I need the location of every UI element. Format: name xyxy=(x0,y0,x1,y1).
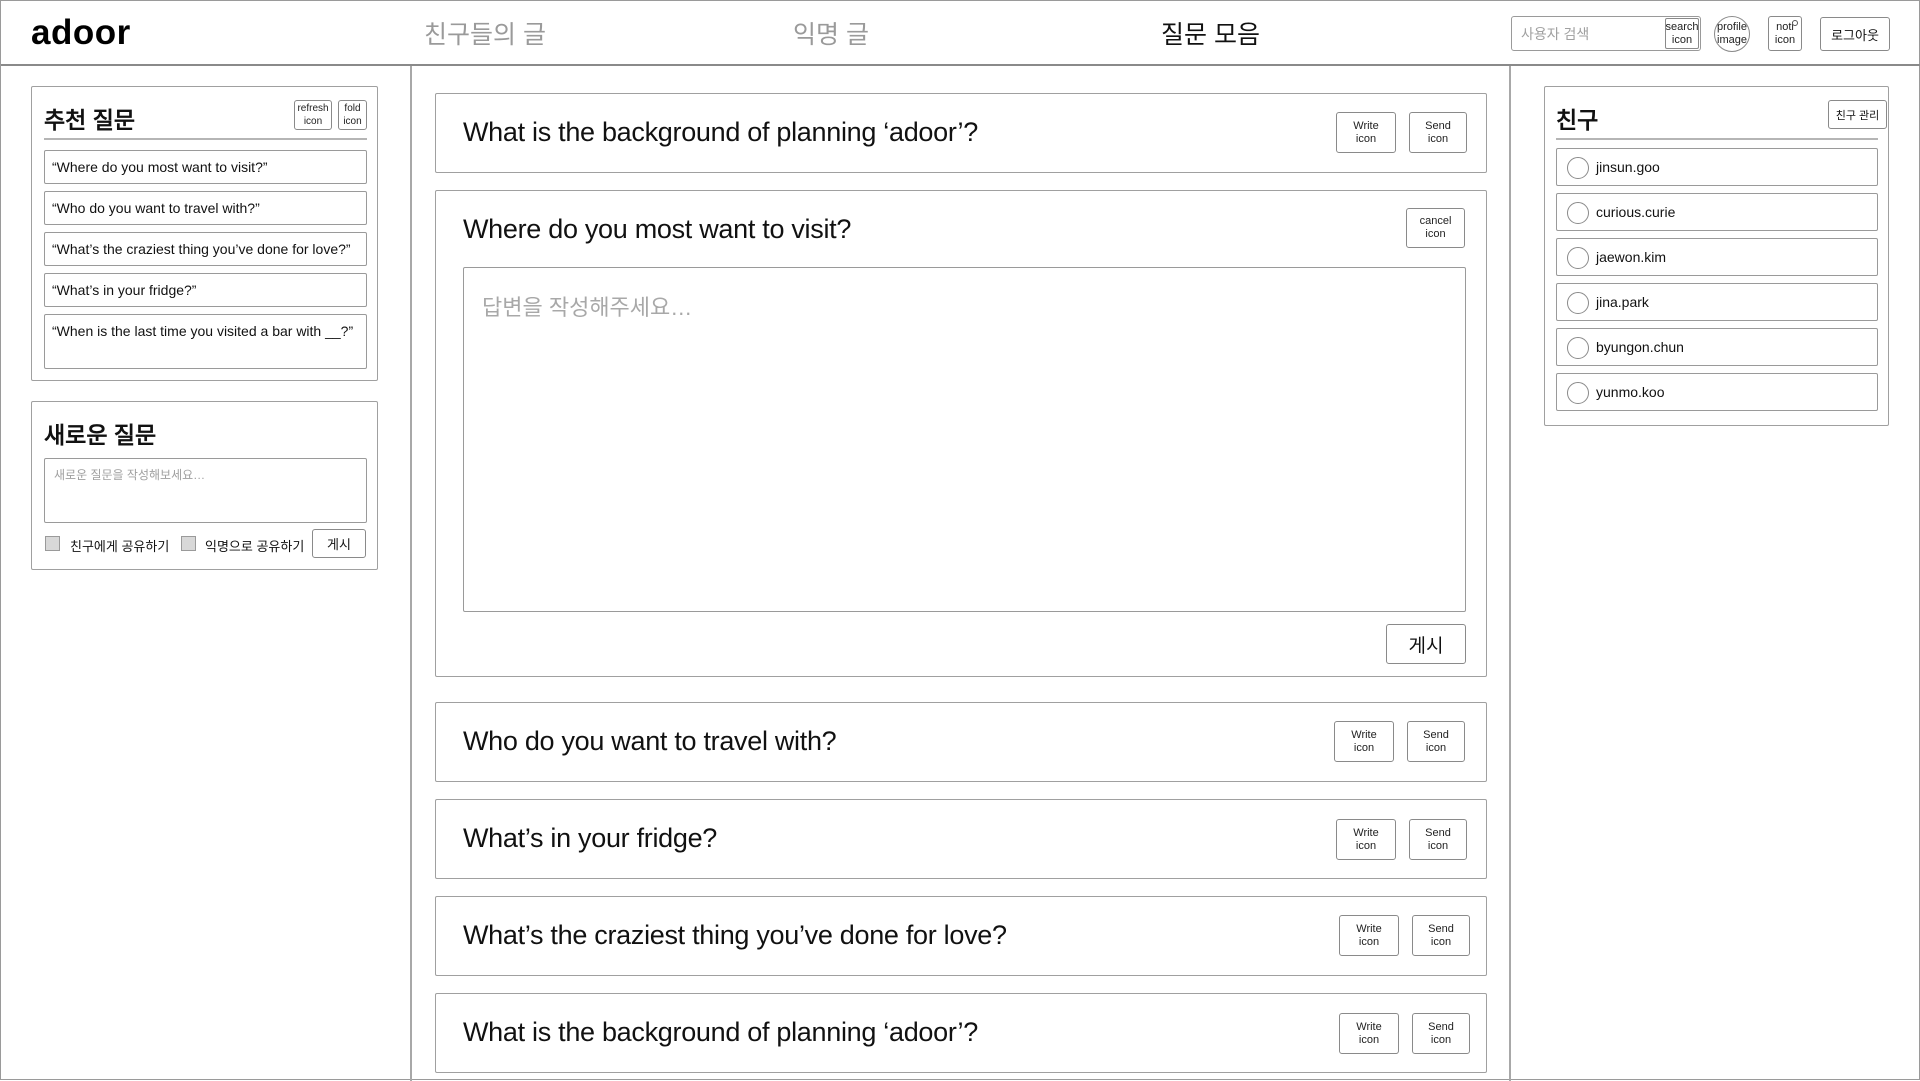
write-icon[interactable]: Write icon xyxy=(1339,1013,1399,1054)
avatar xyxy=(1567,382,1589,404)
new-question-title: 새로운 질문 xyxy=(44,422,157,448)
user-search-input[interactable] xyxy=(1512,17,1662,50)
friend-name: jaewon.kim xyxy=(1596,249,1667,265)
cancel-icon[interactable]: cancel icon xyxy=(1406,208,1465,248)
write-icon[interactable]: Write icon xyxy=(1334,721,1394,762)
panel-divider xyxy=(1556,138,1878,140)
avatar xyxy=(1567,292,1589,314)
share-anonymously-checkbox[interactable] xyxy=(181,536,196,551)
question-title[interactable]: What’s in your fridge? xyxy=(463,823,717,854)
friend-item[interactable]: curious.curie xyxy=(1556,193,1878,231)
panel-divider xyxy=(44,138,367,140)
friend-name: byungon.chun xyxy=(1596,339,1684,355)
question-title[interactable]: What’s the craziest thing you’ve done fo… xyxy=(463,920,1007,951)
share-with-friends-checkbox[interactable] xyxy=(45,536,60,551)
question-card: What is the background of planning ‘adoo… xyxy=(435,993,1487,1073)
send-icon[interactable]: Send icon xyxy=(1409,819,1467,860)
friend-item[interactable]: jina.park xyxy=(1556,283,1878,321)
new-question-panel: 새로운 질문 친구에게 공유하기 익명으로 공유하기 게시 xyxy=(31,401,378,570)
send-icon[interactable]: Send icon xyxy=(1409,112,1467,153)
friend-item[interactable]: jaewon.kim xyxy=(1556,238,1878,276)
recommended-question-item[interactable]: “Where do you most want to visit?” xyxy=(44,150,367,184)
friend-item[interactable]: byungon.chun xyxy=(1556,328,1878,366)
app-window: adoor 친구들의 글 익명 글 질문 모음 search icon prof… xyxy=(0,0,1920,1081)
send-icon[interactable]: Send icon xyxy=(1407,721,1465,762)
question-card: What is the background of planning ‘adoo… xyxy=(435,93,1487,173)
question-card: Who do you want to travel with? Write ic… xyxy=(435,702,1487,782)
recommended-title: 추천 질문 xyxy=(44,107,136,133)
profile-image[interactable]: profile image xyxy=(1714,16,1750,52)
recommended-questions-panel: 추천 질문 refresh icon fold icon “Where do y… xyxy=(31,86,378,381)
share-anonymously-label: 익명으로 공유하기 xyxy=(205,539,305,554)
notification-icon[interactable]: noti icon xyxy=(1768,16,1802,51)
avatar xyxy=(1567,337,1589,359)
friend-item[interactable]: yunmo.koo xyxy=(1556,373,1878,411)
fold-icon[interactable]: fold icon xyxy=(338,100,367,130)
tab-friends-posts[interactable]: 친구들의 글 xyxy=(424,15,546,51)
question-card: What’s in your fridge? Write icon Send i… xyxy=(435,799,1487,879)
friends-panel: 친구 친구 관리 jinsun.goo curious.curie jaewon… xyxy=(1544,86,1889,426)
friend-name: jina.park xyxy=(1596,294,1649,310)
write-icon[interactable]: Write icon xyxy=(1336,819,1396,860)
question-title[interactable]: Where do you most want to visit? xyxy=(463,214,851,245)
question-title[interactable]: Who do you want to travel with? xyxy=(463,726,837,757)
right-column-divider xyxy=(1509,66,1511,1081)
question-title[interactable]: What is the background of planning ‘adoo… xyxy=(463,1017,978,1048)
friend-name: jinsun.goo xyxy=(1596,159,1660,175)
user-search: search icon xyxy=(1511,16,1701,51)
tab-anonymous-posts[interactable]: 익명 글 xyxy=(793,15,869,51)
recommended-question-item[interactable]: “What’s the craziest thing you’ve done f… xyxy=(44,232,367,266)
question-title[interactable]: What is the background of planning ‘adoo… xyxy=(463,117,978,148)
avatar xyxy=(1567,157,1589,179)
recommended-question-item[interactable]: “What’s in your fridge?” xyxy=(44,273,367,307)
search-icon[interactable]: search icon xyxy=(1665,18,1699,49)
logout-button[interactable]: 로그아웃 xyxy=(1820,17,1890,51)
recommended-question-item[interactable]: “Who do you want to travel with?” xyxy=(44,191,367,225)
write-icon[interactable]: Write icon xyxy=(1336,112,1396,153)
answer-input[interactable] xyxy=(463,267,1466,612)
refresh-icon[interactable]: refresh icon xyxy=(294,100,332,130)
friend-name: yunmo.koo xyxy=(1596,384,1665,400)
question-card-expanded: Where do you most want to visit? cancel … xyxy=(435,190,1487,677)
new-question-post-button[interactable]: 게시 xyxy=(312,529,366,558)
answer-post-button[interactable]: 게시 xyxy=(1386,624,1466,664)
notification-dot xyxy=(1792,20,1798,26)
question-card: What’s the craziest thing you’ve done fo… xyxy=(435,896,1487,976)
send-icon[interactable]: Send icon xyxy=(1412,915,1470,956)
new-question-input[interactable] xyxy=(44,458,367,523)
send-icon[interactable]: Send icon xyxy=(1412,1013,1470,1054)
avatar xyxy=(1567,202,1589,224)
top-header: adoor 친구들의 글 익명 글 질문 모음 search icon prof… xyxy=(1,1,1920,66)
friend-name: curious.curie xyxy=(1596,204,1676,220)
app-logo[interactable]: adoor xyxy=(31,13,131,53)
friend-item[interactable]: jinsun.goo xyxy=(1556,148,1878,186)
friends-title: 친구 xyxy=(1556,107,1599,133)
recommended-question-item[interactable]: “When is the last time you visited a bar… xyxy=(44,314,367,369)
tab-question-collection[interactable]: 질문 모음 xyxy=(1161,15,1260,51)
avatar xyxy=(1567,247,1589,269)
left-column-divider xyxy=(410,66,412,1081)
write-icon[interactable]: Write icon xyxy=(1339,915,1399,956)
manage-friends-button[interactable]: 친구 관리 xyxy=(1828,100,1887,129)
share-with-friends-label: 친구에게 공유하기 xyxy=(70,539,170,554)
